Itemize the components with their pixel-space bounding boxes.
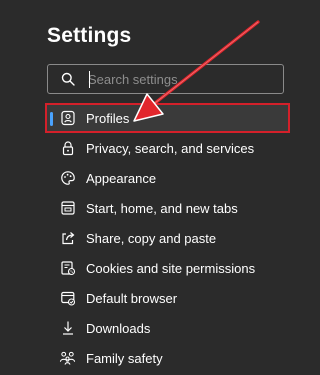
search-icon <box>61 72 75 86</box>
sidebar-item-label: Start, home, and new tabs <box>86 200 238 216</box>
sidebar-item-label: Default browser <box>86 290 178 306</box>
profile-icon <box>59 110 76 127</box>
settings-nav: Profiles Privacy, search, and services A… <box>45 103 290 373</box>
lock-icon <box>59 140 76 157</box>
palette-icon <box>59 170 76 187</box>
sidebar-item-start-home[interactable]: Start, home, and new tabs <box>45 193 290 223</box>
sidebar-item-share[interactable]: Share, copy and paste <box>45 223 290 253</box>
family-icon <box>59 350 76 367</box>
search-input[interactable] <box>88 70 273 88</box>
sidebar-item-privacy[interactable]: Privacy, search, and services <box>45 133 290 163</box>
sidebar-item-label: Downloads <box>86 320 151 336</box>
sidebar-item-label: Cookies and site permissions <box>86 260 256 276</box>
sidebar-item-cookies[interactable]: Cookies and site permissions <box>45 253 290 283</box>
sidebar-item-label: Family safety <box>86 350 163 366</box>
text-caret <box>89 71 90 88</box>
sidebar-item-family-safety[interactable]: Family safety <box>45 343 290 373</box>
sidebar-item-downloads[interactable]: Downloads <box>45 313 290 343</box>
download-icon <box>59 320 76 337</box>
sidebar-item-profiles[interactable]: Profiles <box>45 103 290 133</box>
sidebar-item-default-browser[interactable]: Default browser <box>45 283 290 313</box>
sidebar-item-label: Share, copy and paste <box>86 230 217 246</box>
cookies-icon <box>59 260 76 277</box>
sidebar-item-label: Profiles <box>86 110 130 126</box>
settings-panel: Settings Profiles <box>0 0 309 375</box>
page-title: Settings <box>47 24 132 47</box>
sidebar-item-appearance[interactable]: Appearance <box>45 163 290 193</box>
sidebar-item-label: Privacy, search, and services <box>86 140 255 156</box>
default-browser-icon <box>59 290 76 307</box>
sidebar-item-label: Appearance <box>86 170 157 186</box>
start-page-icon <box>59 200 76 217</box>
active-indicator <box>50 112 53 126</box>
share-icon <box>59 230 76 247</box>
search-box[interactable] <box>47 64 284 94</box>
